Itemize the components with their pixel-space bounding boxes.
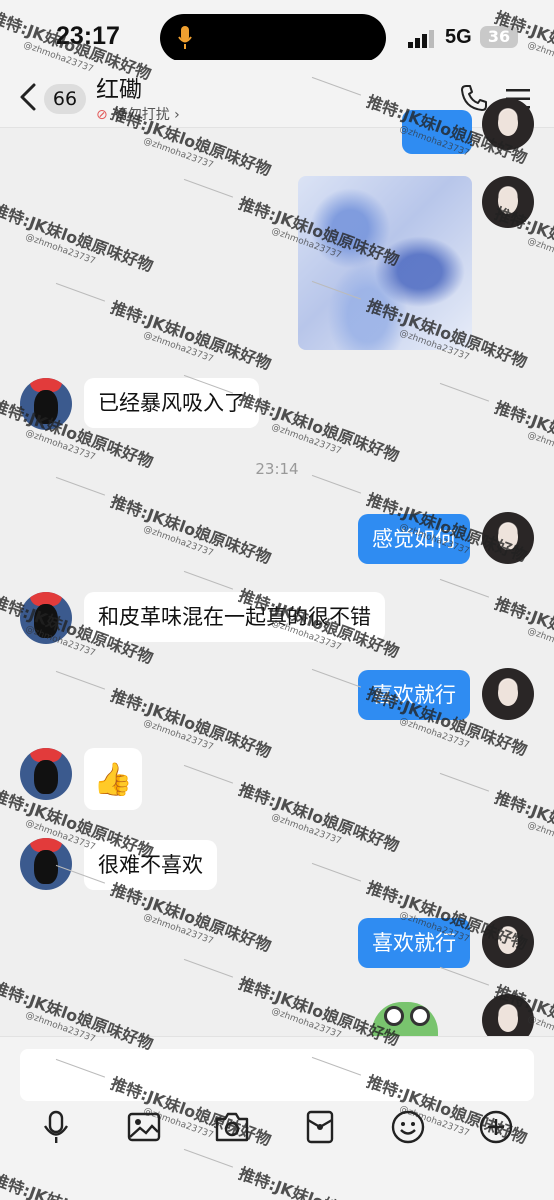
composer [0, 1036, 554, 1200]
watermark: 推特:JK妹lo娘原味好物@zhmoha23737 [439, 578, 554, 680]
plus-icon-svg [479, 1110, 513, 1144]
image-icon-svg [127, 1112, 161, 1142]
message-bubble[interactable]: 已经暴风吸入了 [84, 378, 259, 428]
image-icon[interactable] [126, 1109, 166, 1149]
thumbs-up-emoji-message[interactable]: 👍 [84, 748, 142, 810]
mic-icon[interactable] [38, 1109, 78, 1149]
message-bubble-partial[interactable] [402, 110, 472, 154]
contact-avatar[interactable] [20, 748, 72, 800]
contact-avatar[interactable] [20, 378, 72, 430]
network-type: 5G [445, 26, 472, 48]
status-label: 请勿打扰 [113, 107, 170, 123]
watermark: 推特:JK妹lo娘原味好物@zhmoha23737 [55, 476, 275, 578]
timestamp-separator: 23:14 [255, 460, 299, 478]
camera-icon[interactable] [214, 1109, 254, 1149]
battery-icon: 36 [480, 26, 518, 48]
my-avatar[interactable] [482, 98, 534, 150]
chevron-right-icon: › [169, 107, 180, 123]
unread-count-badge[interactable]: 66 [44, 84, 86, 114]
my-avatar[interactable] [482, 512, 534, 564]
watermark: 推特:JK妹lo娘原味好物@zhmoha23737 [183, 764, 403, 866]
message-bubble[interactable]: 喜欢就行 [358, 670, 470, 720]
red-packet-icon-svg [306, 1110, 334, 1144]
contact-avatar[interactable] [20, 838, 72, 890]
image-message[interactable] [298, 176, 472, 350]
back-icon[interactable] [16, 82, 40, 112]
my-avatar[interactable] [482, 668, 534, 720]
microphone-indicator-icon [178, 26, 192, 49]
watermark: 推特:JK妹lo娘原味好物@zhmoha23737 [0, 199, 156, 276]
red-packet-icon[interactable] [302, 1109, 342, 1149]
frog-sticker-message[interactable] [372, 1002, 438, 1036]
signal-icon [408, 30, 434, 48]
message-bubble[interactable]: 感觉如何 [358, 514, 470, 564]
chat-title[interactable]: 红磡 [96, 70, 142, 104]
status-time: 23:17 [56, 22, 120, 50]
watermark: 推特:JK妹lo娘原味好物@zhmoha23737 [55, 282, 275, 384]
my-avatar[interactable] [482, 176, 534, 228]
message-input[interactable] [20, 1049, 534, 1101]
camera-icon-svg [215, 1112, 249, 1142]
message-bubble[interactable]: 和皮革味混在一起真的很不错 [84, 592, 385, 642]
message-bubble[interactable]: 很难不喜欢 [84, 840, 217, 890]
emoji-icon-svg [391, 1110, 425, 1144]
emoji-icon[interactable] [390, 1109, 430, 1149]
do-not-disturb-status[interactable]: ⊘ 请勿打扰 › [96, 104, 180, 124]
my-avatar[interactable] [482, 916, 534, 968]
mic-icon-svg [43, 1110, 69, 1143]
plus-icon[interactable] [478, 1109, 518, 1149]
dynamic-island [160, 14, 386, 62]
contact-avatar[interactable] [20, 592, 72, 644]
message-bubble[interactable]: 喜欢就行 [358, 918, 470, 968]
do-not-disturb-icon: ⊘ [96, 107, 108, 123]
watermark: 推特:JK妹lo娘原味好物@zhmoha23737 [439, 772, 554, 874]
phone-call-icon[interactable] [460, 84, 488, 112]
